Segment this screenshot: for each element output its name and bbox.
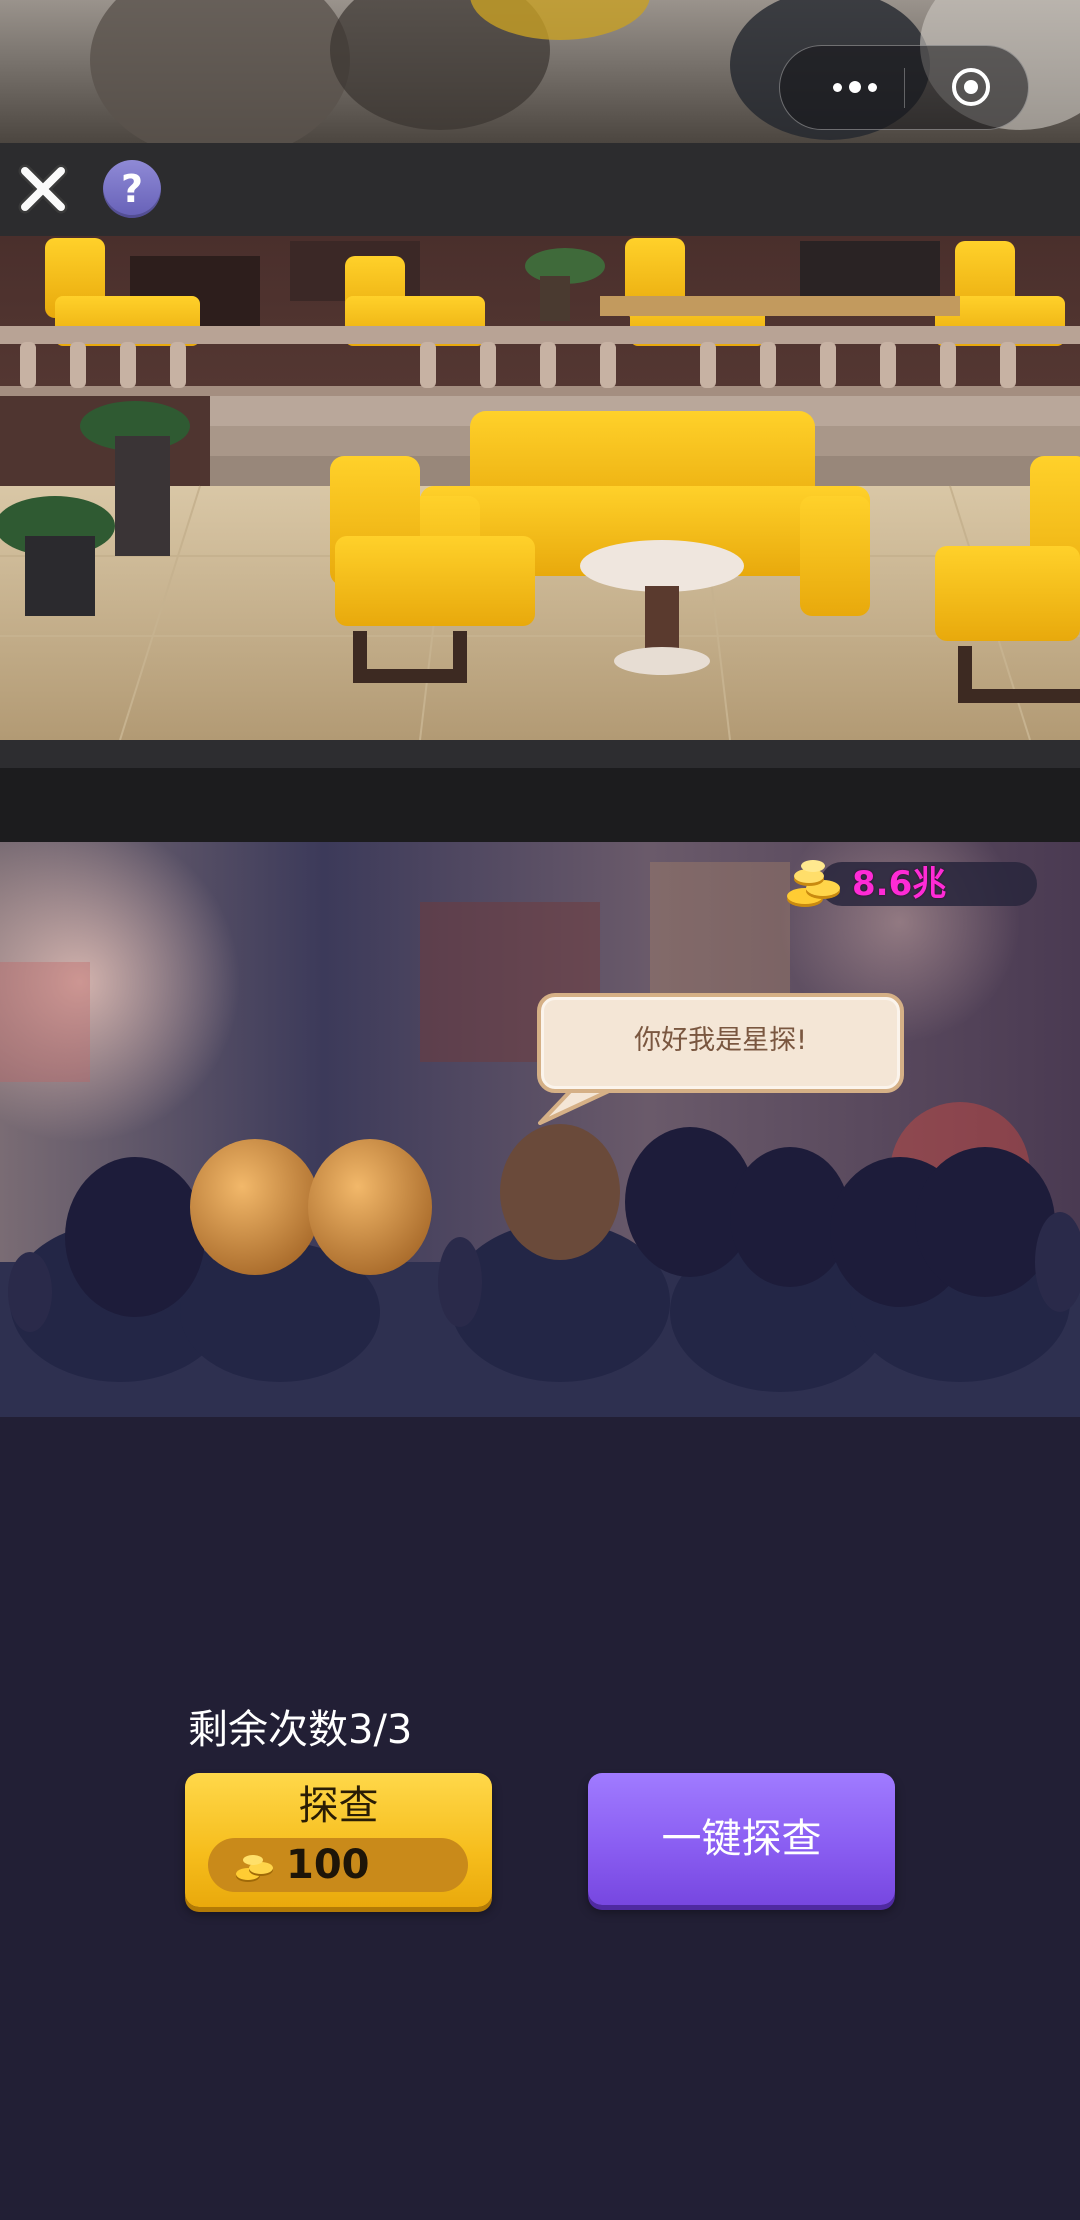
help-button[interactable]: ? bbox=[103, 160, 161, 218]
cost-value: 100 bbox=[286, 1842, 370, 1888]
separator bbox=[0, 768, 1080, 842]
currency-value: 8.6兆 bbox=[852, 864, 947, 904]
game-screen: ? 8.6兆 你好我是星探! 剩余次数3/3 探查 100 一键探查 bbox=[0, 0, 1080, 2220]
speech-bubble-text: 你好我是星探! bbox=[634, 1025, 807, 1056]
remaining-attempts: 剩余次数3/3 bbox=[188, 1707, 413, 1753]
one-click-investigate-button[interactable]: 一键探查 bbox=[588, 1773, 895, 1905]
more-dots-icon[interactable] bbox=[810, 46, 900, 128]
toolbar bbox=[0, 143, 1080, 236]
investigate-button-label: 探查 bbox=[298, 1783, 379, 1829]
crowd-scene-image bbox=[0, 842, 1080, 1417]
gold-coins-icon bbox=[236, 1855, 273, 1882]
capsule-divider bbox=[904, 68, 905, 108]
separator bbox=[0, 740, 1080, 768]
target-circle-icon[interactable] bbox=[950, 66, 992, 108]
close-x-icon[interactable] bbox=[15, 161, 71, 217]
gold-coins-icon bbox=[787, 860, 840, 907]
lounge-scene-image bbox=[0, 236, 1080, 740]
menu-capsule bbox=[779, 45, 1029, 130]
